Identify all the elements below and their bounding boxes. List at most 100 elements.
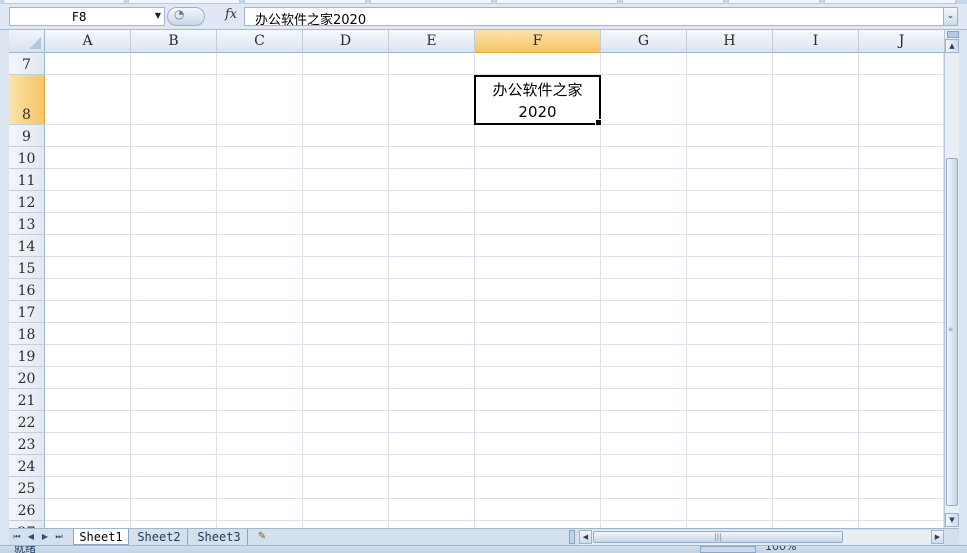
row-header-9[interactable]: 9	[9, 125, 45, 147]
row-header-12[interactable]: 12	[9, 191, 45, 213]
gridline	[45, 168, 944, 169]
active-cell-f8[interactable]: 办公软件之家 2020	[474, 75, 602, 126]
row-number: 11	[17, 173, 36, 189]
grip-icon: ≡	[948, 326, 954, 333]
row-number: 7	[22, 57, 31, 73]
worksheet-grid[interactable]: A B C D E F G H I J 7 8 9 10 11 12 13 14…	[9, 30, 944, 528]
row-number: 13	[17, 217, 36, 233]
scroll-right-button[interactable]: ▶	[931, 530, 944, 544]
gridline	[45, 432, 944, 433]
gridline	[45, 410, 944, 411]
row-header-25[interactable]: 25	[9, 477, 45, 499]
gridline	[45, 366, 944, 367]
name-box-value: F8	[72, 10, 87, 24]
expand-formula-bar-button[interactable]: ⌄	[943, 7, 958, 26]
insert-sheet-icon[interactable]: ✎	[255, 531, 269, 543]
row-header-26[interactable]: 26	[9, 499, 45, 521]
row-header-18[interactable]: 18	[9, 323, 45, 345]
gridline	[45, 190, 944, 191]
formula-input-value: 办公软件之家2020	[255, 13, 367, 28]
select-all-button[interactable]	[9, 30, 45, 53]
last-sheet-icon[interactable]: ⏭	[53, 531, 65, 543]
fill-handle[interactable]	[595, 119, 602, 126]
tab-split-box[interactable]	[569, 530, 575, 544]
row-header-11[interactable]: 11	[9, 169, 45, 191]
row-header-27[interactable]: 27	[9, 521, 45, 528]
circle-icon: ◔	[174, 7, 185, 21]
scroll-left-button[interactable]: ◀	[579, 530, 592, 544]
prev-sheet-icon[interactable]: ◀	[25, 531, 37, 543]
window-left-edge	[0, 30, 9, 545]
gridline	[45, 520, 944, 521]
row-header-7[interactable]: 7	[9, 53, 45, 75]
row-header-23[interactable]: 23	[9, 433, 45, 455]
vertical-split-box[interactable]	[947, 31, 959, 38]
gridline	[45, 454, 944, 455]
sheet-tab-sheet1[interactable]: Sheet1	[73, 529, 129, 545]
row-header-10[interactable]: 10	[9, 147, 45, 169]
gridline	[45, 388, 944, 389]
row-number: 24	[17, 459, 36, 475]
row-header-16[interactable]: 16	[9, 279, 45, 301]
row-number: 21	[17, 393, 36, 409]
row-header-8[interactable]: 8	[9, 75, 45, 125]
chevron-down-icon[interactable]: ▼	[155, 11, 161, 20]
sheet-tab-bar: ⏮ ◀ ▶ ⏭ Sheet1 Sheet2 Sheet3 ✎ ◀ ||| ▶	[9, 528, 959, 546]
column-header-h[interactable]: H	[687, 30, 773, 53]
vertical-scrollbar[interactable]: ▲ ≡ ▼	[944, 30, 959, 528]
row-header-15[interactable]: 15	[9, 257, 45, 279]
row-header-13[interactable]: 13	[9, 213, 45, 235]
scroll-up-button[interactable]: ▲	[945, 39, 959, 53]
scroll-down-button[interactable]: ▼	[945, 513, 959, 527]
column-header-a[interactable]: A	[45, 30, 131, 53]
first-sheet-icon[interactable]: ⏮	[11, 531, 23, 543]
cell-text-line2: 2020	[518, 103, 557, 121]
column-header-e[interactable]: E	[389, 30, 475, 53]
cell-text-line1: 办公软件之家	[492, 81, 583, 99]
insert-function-button[interactable]: fx	[225, 7, 237, 22]
gridline	[45, 212, 944, 213]
name-box[interactable]: F8 ▼	[9, 7, 165, 26]
row-number: 10	[17, 151, 36, 167]
gridline	[45, 476, 944, 477]
sheet-tab-sheet3[interactable]: Sheet3	[191, 529, 248, 545]
column-header-g[interactable]: G	[601, 30, 687, 53]
formula-cancel-pill[interactable]: ◔	[167, 7, 205, 26]
row-number: 18	[17, 327, 36, 343]
sheet-tab-sheet2[interactable]: Sheet2	[131, 529, 188, 545]
row-header-22[interactable]: 22	[9, 411, 45, 433]
row-header-21[interactable]: 21	[9, 389, 45, 411]
row-number: 17	[17, 305, 36, 321]
formula-buttons: ◔ fx	[165, 6, 243, 27]
row-number: 26	[17, 503, 36, 519]
row-number: 9	[22, 129, 31, 145]
row-header-24[interactable]: 24	[9, 455, 45, 477]
column-header-d[interactable]: D	[303, 30, 389, 53]
row-number: 12	[17, 195, 36, 211]
next-sheet-icon[interactable]: ▶	[39, 531, 51, 543]
column-header-b[interactable]: B	[131, 30, 217, 53]
row-header-17[interactable]: 17	[9, 301, 45, 323]
row-number: 16	[17, 283, 36, 299]
select-all-icon	[29, 37, 41, 49]
column-header-c[interactable]: C	[217, 30, 303, 53]
gridline	[45, 146, 944, 147]
row-number: 20	[17, 371, 36, 387]
horizontal-scrollbar[interactable]: ◀ ||| ▶	[579, 530, 944, 545]
row-header-19[interactable]: 19	[9, 345, 45, 367]
formula-input[interactable]: 办公软件之家2020	[244, 7, 944, 28]
row-number: 15	[17, 261, 36, 277]
row-header-20[interactable]: 20	[9, 367, 45, 389]
formula-bar: F8 ▼ ◔ fx 办公软件之家2020 ⌄	[0, 4, 967, 30]
row-number: 19	[17, 349, 36, 365]
double-chevron-down-icon: ⌄	[946, 11, 955, 21]
row-number: 25	[17, 481, 36, 497]
column-header-f[interactable]: F	[475, 30, 601, 53]
gridline	[45, 344, 944, 345]
row-header-14[interactable]: 14	[9, 235, 45, 257]
row-number: 23	[17, 437, 36, 453]
column-header-i[interactable]: I	[773, 30, 859, 53]
horizontal-scroll-thumb[interactable]: |||	[593, 531, 843, 543]
column-header-j[interactable]: J	[859, 30, 944, 53]
gridline	[45, 234, 944, 235]
